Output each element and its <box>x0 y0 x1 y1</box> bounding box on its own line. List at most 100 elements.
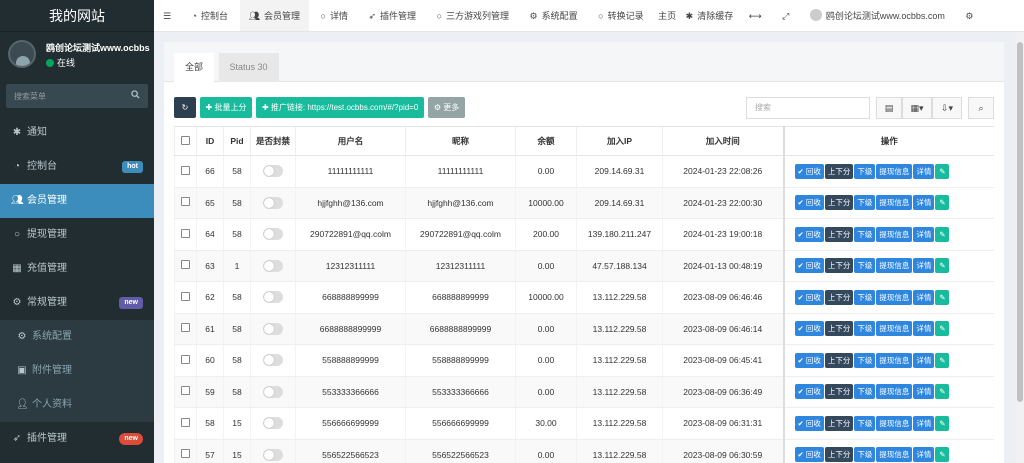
columns-button[interactable]: ▦▾ <box>902 97 932 119</box>
sidebar-item-general[interactable]: ⚙ 常规管理 new <box>0 286 154 320</box>
edit-button[interactable]: ✎ <box>935 163 950 179</box>
sidebar-item-attachments[interactable]: ▣ 附件管理 <box>0 354 154 388</box>
recycle-button[interactable]: ✔ 回收 <box>794 321 824 337</box>
recycle-button[interactable]: ✔ 回收 <box>794 226 824 242</box>
detail-button[interactable]: 详情 <box>913 447 935 463</box>
table-row[interactable]: 57 15 556522566523 556522566523 0.00 13.… <box>174 439 994 463</box>
column-header[interactable]: 用户名 <box>295 126 406 156</box>
edit-button[interactable]: ✎ <box>935 321 950 337</box>
edit-button[interactable]: ✎ <box>935 384 950 400</box>
adjust-balance-button[interactable]: 上下分 <box>824 384 854 400</box>
sidebar-item-sysconfig[interactable]: ⚙ 系统配置 <box>0 320 154 354</box>
table-row[interactable]: 62 58 668888899999 668888899999 10000.00… <box>174 281 994 314</box>
withdraw-info-button[interactable]: 提现信息 <box>876 415 913 431</box>
table-row[interactable]: 58 15 556666699999 556666699999 30.00 13… <box>174 407 994 440</box>
column-header[interactable]: Pid <box>223 126 251 156</box>
adjust-balance-button[interactable]: 上下分 <box>824 258 854 274</box>
sidebar-item-members[interactable]: 👥︎ 会员管理 <box>0 184 154 218</box>
edit-button[interactable]: ✎ <box>935 226 950 242</box>
column-header[interactable]: 昵称 <box>405 126 516 156</box>
withdraw-info-button[interactable]: 提现信息 <box>876 226 913 242</box>
detail-button[interactable]: 详情 <box>913 415 935 431</box>
brand-title[interactable]: 我的网站 <box>0 0 154 32</box>
table-search-input[interactable]: 搜索 <box>746 97 870 119</box>
withdraw-info-button[interactable]: 提现信息 <box>876 258 913 274</box>
column-header[interactable]: 余额 <box>515 126 577 156</box>
row-checkbox[interactable] <box>181 449 190 459</box>
subordinates-button[interactable]: 下级 <box>854 447 876 463</box>
sidebar-item-plugins[interactable]: ➶ 插件管理 new <box>0 422 154 456</box>
row-checkbox[interactable] <box>181 291 190 301</box>
tab-status-30[interactable]: Status 30 <box>218 53 279 82</box>
recycle-button[interactable]: ✔ 回收 <box>794 163 824 179</box>
sidebar-item-recharge[interactable]: ▦ 充值管理 <box>0 252 154 286</box>
sidebar-item-withdraw[interactable]: ○ 提现管理 <box>0 218 154 252</box>
promo-link-button[interactable]: ✚ 推广链接: https://test.ocbbs.com/#/?pid=0 <box>255 97 425 118</box>
adjust-balance-button[interactable]: 上下分 <box>824 289 854 305</box>
page-scrollbar[interactable] <box>1016 32 1024 463</box>
ban-toggle[interactable] <box>263 385 283 398</box>
detail-button[interactable]: 详情 <box>913 195 935 211</box>
translate-icon[interactable]: ⟷ <box>740 0 771 31</box>
recycle-button[interactable]: ✔ 回收 <box>794 289 824 305</box>
withdraw-info-button[interactable]: 提现信息 <box>876 321 913 337</box>
ban-toggle[interactable] <box>263 322 283 335</box>
export-button[interactable]: ⇩▾ <box>932 97 962 119</box>
table-row[interactable]: 59 58 553333366666 553333366666 0.00 13.… <box>174 376 994 408</box>
row-checkbox[interactable] <box>181 386 190 396</box>
withdraw-info-button[interactable]: 提现信息 <box>876 289 913 305</box>
ban-toggle[interactable] <box>263 259 283 272</box>
ban-toggle[interactable] <box>263 196 283 209</box>
column-header[interactable]: ID <box>196 126 224 156</box>
adjust-balance-button[interactable]: 上下分 <box>824 447 854 463</box>
ban-toggle[interactable] <box>263 291 283 304</box>
recycle-button[interactable]: ✔ 回收 <box>794 447 824 463</box>
refresh-button[interactable]: ↻ <box>174 97 196 118</box>
settings-gear-icon[interactable]: ⚙ <box>956 0 982 31</box>
tab-dashboard[interactable]: ◔ 控制台 <box>183 0 237 31</box>
subordinates-button[interactable]: 下级 <box>854 352 876 368</box>
withdraw-info-button[interactable]: 提现信息 <box>876 195 913 211</box>
adjust-balance-button[interactable]: 上下分 <box>824 415 854 431</box>
row-checkbox[interactable] <box>181 417 190 427</box>
table-row[interactable]: 65 58 hjjfghh@136.com hjjfghh@136.com 10… <box>174 187 994 219</box>
row-checkbox[interactable] <box>181 260 190 270</box>
menu-toggle-icon[interactable]: ☰ <box>154 0 180 31</box>
column-header[interactable]: 加入时间 <box>662 126 784 156</box>
tab-all[interactable]: 全部 <box>174 53 215 82</box>
row-checkbox[interactable] <box>181 165 190 175</box>
withdraw-info-button[interactable]: 提现信息 <box>876 447 913 463</box>
adjust-balance-button[interactable]: 上下分 <box>824 195 854 211</box>
subordinates-button[interactable]: 下级 <box>854 258 876 274</box>
column-header[interactable]: 加入IP <box>576 126 663 156</box>
subordinates-button[interactable]: 下级 <box>854 195 876 211</box>
user-menu[interactable]: 鸥创论坛测试www.ocbbs.com <box>801 0 954 31</box>
table-row[interactable]: 60 58 558888899999 558888899999 0.00 13.… <box>174 344 994 377</box>
sidebar-item-dashboard[interactable]: ◔ 控制台 hot <box>0 150 154 184</box>
adjust-balance-button[interactable]: 上下分 <box>824 163 854 179</box>
recycle-button[interactable]: ✔ 回收 <box>794 415 824 431</box>
ban-toggle[interactable] <box>263 165 283 178</box>
tab-convert[interactable]: ○ 转换记录 <box>589 0 652 31</box>
more-button[interactable]: ⚙ 更多 <box>427 97 466 118</box>
select-all-checkbox[interactable] <box>181 135 190 145</box>
recycle-button[interactable]: ✔ 回收 <box>794 195 824 211</box>
edit-button[interactable]: ✎ <box>935 415 950 431</box>
common-search-button[interactable]: ⌕ <box>968 97 994 119</box>
home-link[interactable]: 主页 <box>655 0 679 31</box>
detail-button[interactable]: 详情 <box>913 226 935 242</box>
subordinates-button[interactable]: 下级 <box>854 384 876 400</box>
row-checkbox[interactable] <box>181 323 190 333</box>
edit-button[interactable]: ✎ <box>935 289 950 305</box>
ban-toggle[interactable] <box>263 354 283 367</box>
table-row[interactable]: 66 58 11111111111 11111111111 0.00 209.1… <box>174 155 994 188</box>
edit-button[interactable]: ✎ <box>935 352 950 368</box>
tab-members[interactable]: 👥︎ 会员管理 <box>239 0 310 31</box>
edit-button[interactable]: ✎ <box>935 258 950 274</box>
column-header[interactable]: 是否封禁 <box>250 126 296 156</box>
row-checkbox[interactable] <box>181 228 190 238</box>
clear-cache-button[interactable]: ✱ 清除缓存 <box>682 0 738 31</box>
detail-button[interactable]: 详情 <box>913 289 935 305</box>
withdraw-info-button[interactable]: 提现信息 <box>876 352 913 368</box>
adjust-balance-button[interactable]: 上下分 <box>824 352 854 368</box>
